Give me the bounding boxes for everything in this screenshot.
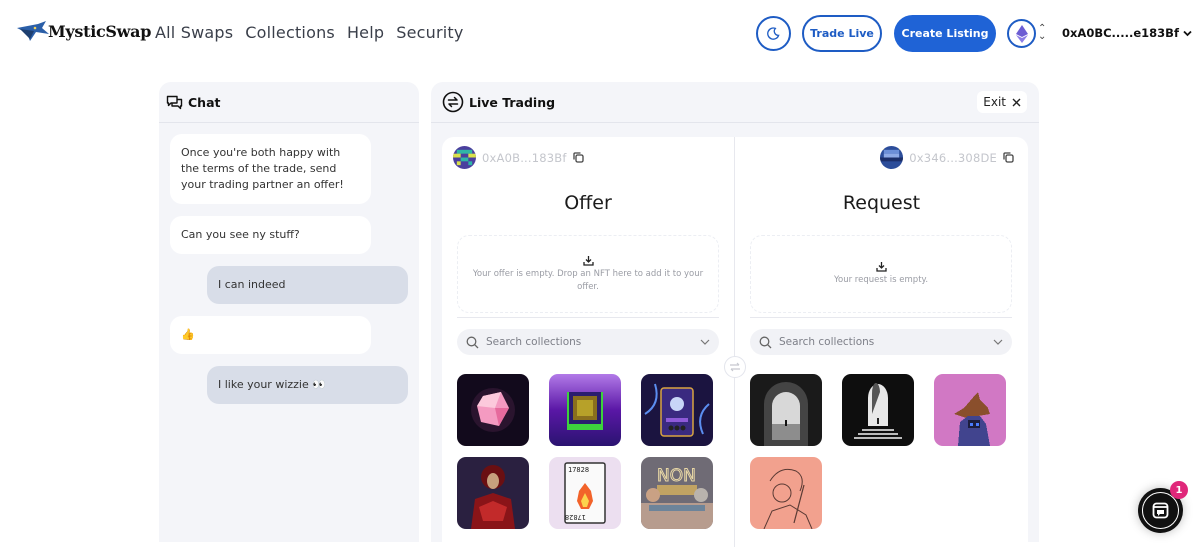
chat-title: Chat	[188, 94, 221, 110]
offer-user-avatar	[453, 146, 476, 169]
exit-button[interactable]: Exit	[977, 91, 1027, 113]
ethereum-icon	[1015, 24, 1028, 43]
swap-sides-button[interactable]	[724, 356, 746, 378]
live-trading-title: Live Trading	[469, 94, 556, 110]
svg-text:NON: NON	[657, 466, 696, 486]
request-title: Request	[842, 192, 921, 214]
search-icon	[466, 336, 479, 348]
chevron-down-icon	[1183, 30, 1192, 36]
request-search-input[interactable]	[779, 336, 986, 348]
svg-text:17828: 17828	[565, 513, 586, 521]
offer-side: 0xA0B...183Bf Offer Your offer is empty.…	[442, 137, 735, 547]
nft-card-pixel-wizard[interactable]	[934, 374, 1006, 446]
chat-panel: Chat Once you're both happy with the ter…	[159, 82, 419, 542]
search-icon	[759, 336, 772, 348]
divider	[457, 317, 719, 318]
wallet-menu[interactable]: 0xA0BC.....e183Bf	[1062, 26, 1192, 40]
swap-arrows-icon	[442, 91, 464, 113]
swap-arrows-icon	[730, 362, 740, 372]
live-trading-header: Live Trading Exit	[431, 82, 1039, 123]
chevron-down-icon[interactable]	[700, 339, 710, 346]
chat-message: 👍	[170, 316, 371, 354]
request-collection-search[interactable]	[750, 329, 1012, 355]
offer-dropzone[interactable]: Your offer is empty. Drop an NFT here to…	[457, 235, 719, 313]
trade-live-button[interactable]: Trade Live	[802, 15, 882, 52]
exit-label: Exit	[983, 95, 1006, 109]
nft-card-non-fungible-sign[interactable]: NON	[641, 457, 713, 529]
brand-name: MysticSwap	[48, 21, 152, 41]
chat-message-own: I like your wizzie 👀	[207, 366, 408, 404]
offer-empty-text: Your offer is empty. Drop an NFT here to…	[472, 268, 704, 292]
offer-search-input[interactable]	[486, 336, 693, 348]
request-empty-text: Your request is empty.	[833, 275, 929, 285]
request-nft-grid	[750, 374, 1006, 529]
brand-logo[interactable]: MysticSwap	[16, 20, 151, 42]
chain-selector-button[interactable]	[1007, 19, 1036, 48]
svg-text:17828: 17828	[568, 466, 589, 474]
divider	[750, 317, 1012, 318]
chat-bubbles-icon	[166, 95, 183, 109]
nft-card-stone-archway[interactable]	[750, 374, 822, 446]
trade-board: 0xA0B...183Bf Offer Your offer is empty.…	[442, 137, 1028, 547]
download-tray-icon	[582, 255, 594, 266]
chat-message: Once you're both happy with the terms of…	[170, 134, 371, 204]
nav-link-help[interactable]: Help	[347, 23, 384, 42]
offer-collection-search[interactable]	[457, 329, 719, 355]
live-trading-panel: Live Trading Exit 0xA0B...183Bf Offer Yo…	[431, 82, 1039, 547]
offer-title: Offer	[564, 192, 612, 214]
copy-icon[interactable]	[1003, 152, 1014, 163]
wallet-address: 0xA0BC.....e183Bf	[1062, 26, 1179, 40]
request-user: 0x346...308DE	[880, 146, 1014, 169]
nft-card-pink-crystal[interactable]	[457, 374, 529, 446]
nft-card-red-warrior[interactable]	[457, 457, 529, 529]
chevron-up-down-icon[interactable]: ⌃ ⌄	[1038, 24, 1046, 42]
chat-message-own: I can indeed	[207, 266, 408, 304]
request-user-avatar	[880, 146, 904, 169]
copy-icon[interactable]	[573, 152, 584, 163]
top-nav: MysticSwap All Swaps Collections Help Se…	[0, 0, 1200, 66]
download-tray-icon	[875, 262, 887, 272]
chat-message: Can you see ny stuff?	[170, 216, 371, 254]
moon-icon	[767, 27, 780, 40]
chat-header: Chat	[159, 82, 419, 123]
nft-card-mystic-card[interactable]	[641, 374, 713, 446]
offer-user-address: 0xA0B...183Bf	[482, 150, 567, 165]
create-listing-button[interactable]: Create Listing	[894, 15, 996, 52]
offer-nft-grid: 17828 17828 NON	[457, 374, 713, 529]
request-dropzone[interactable]: Your request is empty.	[750, 235, 1012, 313]
theme-toggle-button[interactable]	[756, 16, 791, 51]
nft-card-purple-cube[interactable]	[549, 374, 621, 446]
notification-badge: 1	[1170, 481, 1188, 499]
close-icon	[1012, 98, 1021, 106]
wizard-hat-icon	[17, 21, 49, 41]
nft-card-light-portal[interactable]	[842, 374, 914, 446]
nav-link-all-swaps[interactable]: All Swaps	[155, 23, 233, 42]
offer-user: 0xA0B...183Bf	[453, 146, 584, 169]
chat-window-icon	[1152, 502, 1169, 519]
chevron-down-icon[interactable]	[993, 339, 1003, 346]
nav-link-collections[interactable]: Collections	[245, 23, 335, 42]
request-user-address: 0x346...308DE	[909, 150, 997, 165]
nft-card-sketch-portrait[interactable]	[750, 457, 822, 529]
nav-link-security[interactable]: Security	[396, 23, 463, 42]
nft-card-fire-card-17828[interactable]: 17828 17828	[549, 457, 621, 529]
request-side: 0x346...308DE Request Your request is em…	[735, 137, 1028, 547]
